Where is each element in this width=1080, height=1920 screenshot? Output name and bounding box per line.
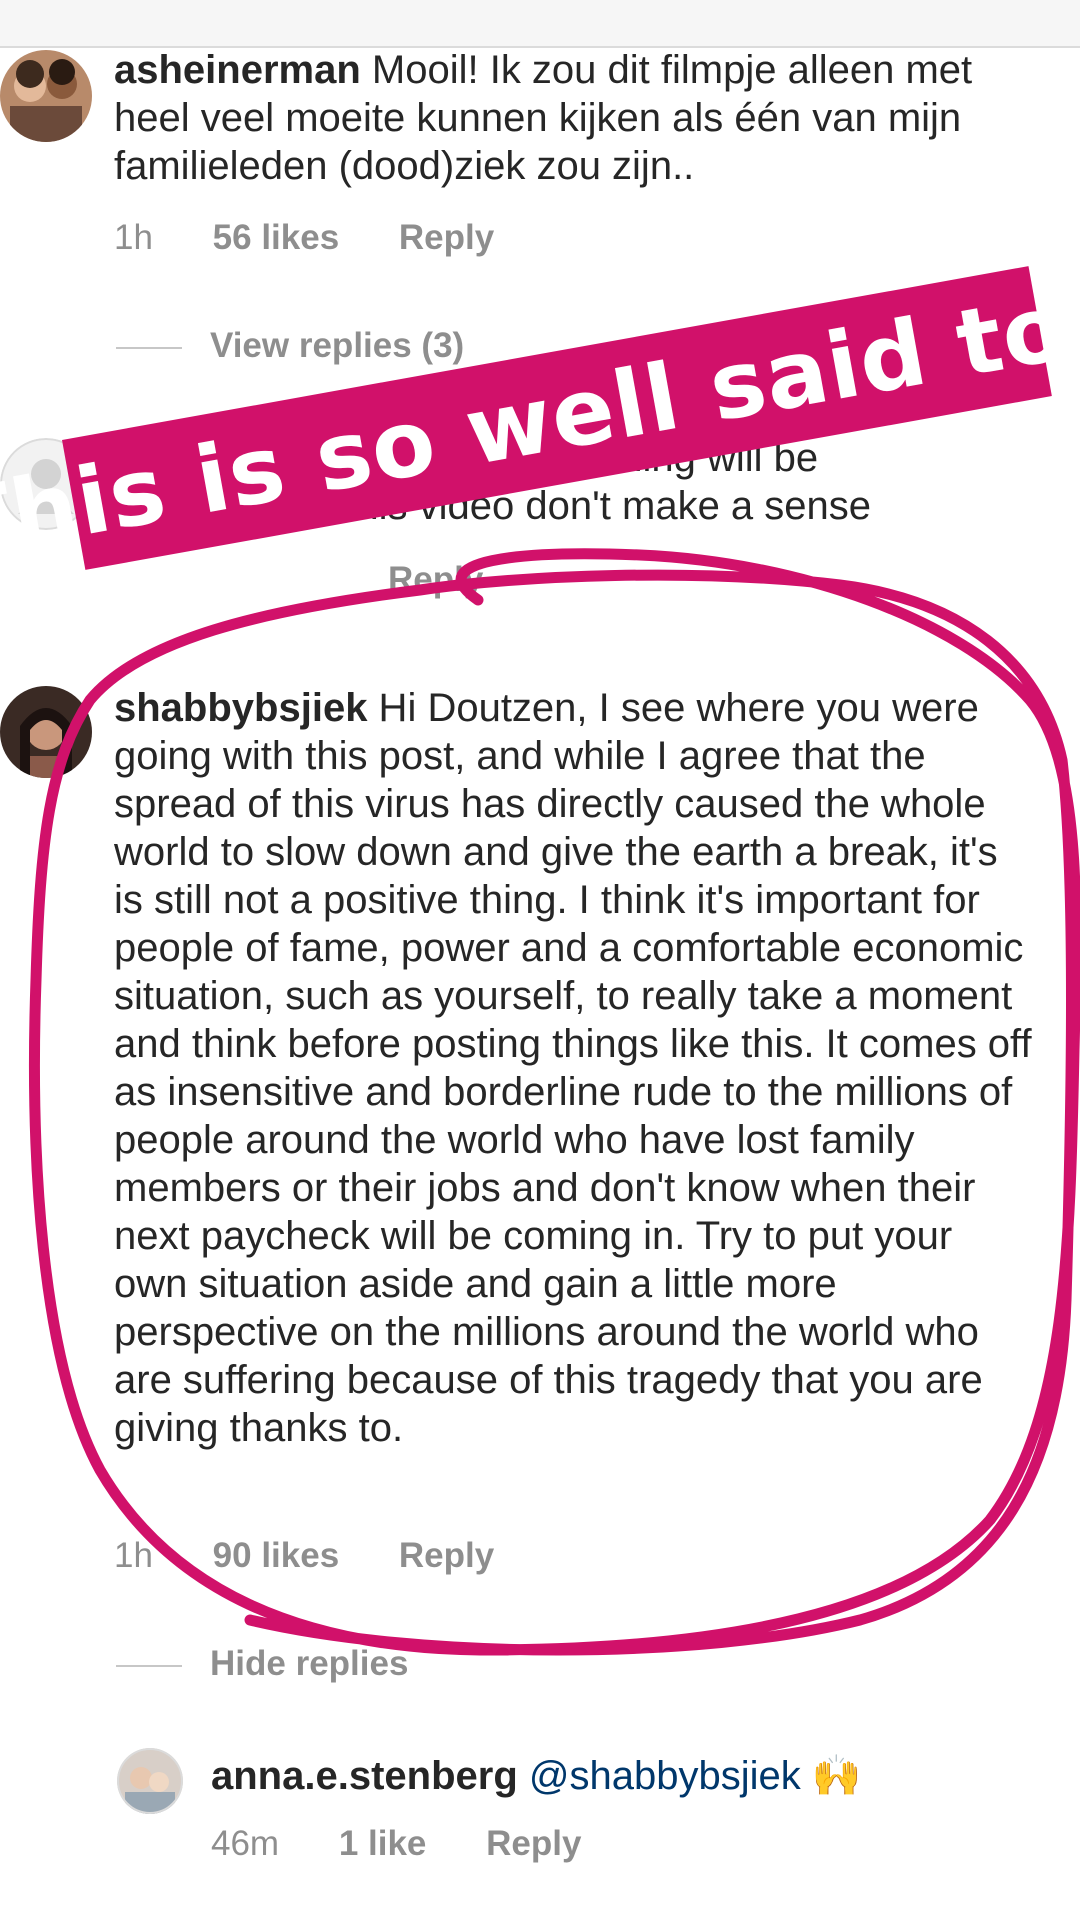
profile-photo-icon bbox=[0, 50, 92, 142]
comment-username[interactable]: asheinerman bbox=[114, 48, 361, 92]
comment-meta: 1h 90 likes Reply bbox=[114, 1536, 494, 1576]
profile-photo-icon bbox=[117, 1748, 183, 1814]
reply-button[interactable]: Reply bbox=[486, 1824, 581, 1864]
avatar[interactable] bbox=[117, 1748, 183, 1814]
mention-link[interactable]: @shabbybsjiek bbox=[529, 1754, 801, 1798]
comment-time: 46m bbox=[211, 1824, 280, 1863]
likes-count[interactable]: 90 likes bbox=[213, 1536, 340, 1576]
profile-photo-icon bbox=[0, 686, 92, 778]
comment-body: Hi Doutzen, I see where you were going w… bbox=[114, 686, 1032, 1450]
comment-meta: 1h 56 likes Reply bbox=[114, 218, 494, 258]
top-bar bbox=[0, 0, 1080, 48]
likes-count[interactable]: 56 likes bbox=[213, 218, 340, 258]
comment-username[interactable]: anna.e.stenberg bbox=[211, 1754, 518, 1798]
hide-replies-label: Hide replies bbox=[210, 1644, 409, 1683]
comment-text: anna.e.stenberg @shabbybsjiek 🙌 bbox=[211, 1752, 1051, 1800]
comment-time: 1h bbox=[114, 218, 153, 257]
comment-meta: 46m 1 like Reply bbox=[211, 1824, 581, 1864]
comment-text: shabbybsjiek Hi Doutzen, I see where you… bbox=[114, 684, 1034, 1452]
reply-button[interactable]: Reply bbox=[399, 1536, 494, 1576]
view-replies-button[interactable]: View replies (3) bbox=[116, 326, 464, 366]
comment-text: asheinerman Mooil! Ik zou dit filmpje al… bbox=[114, 46, 1034, 190]
view-replies-label: View replies (3) bbox=[210, 326, 465, 365]
raising-hands-emoji: 🙌 bbox=[811, 1754, 862, 1798]
comment-meta: Reply bbox=[388, 560, 483, 600]
hide-replies-button[interactable]: Hide replies bbox=[116, 1644, 408, 1684]
avatar[interactable] bbox=[0, 50, 92, 142]
reply-button[interactable]: Reply bbox=[399, 218, 494, 258]
divider bbox=[116, 1664, 182, 1667]
reply-button[interactable]: Reply bbox=[388, 560, 483, 600]
avatar[interactable] bbox=[0, 686, 92, 778]
comment-time: 1h bbox=[114, 1536, 153, 1575]
comment-username[interactable]: shabbybsjiek bbox=[114, 686, 367, 730]
divider bbox=[116, 346, 182, 349]
likes-count[interactable]: 1 like bbox=[339, 1824, 427, 1864]
